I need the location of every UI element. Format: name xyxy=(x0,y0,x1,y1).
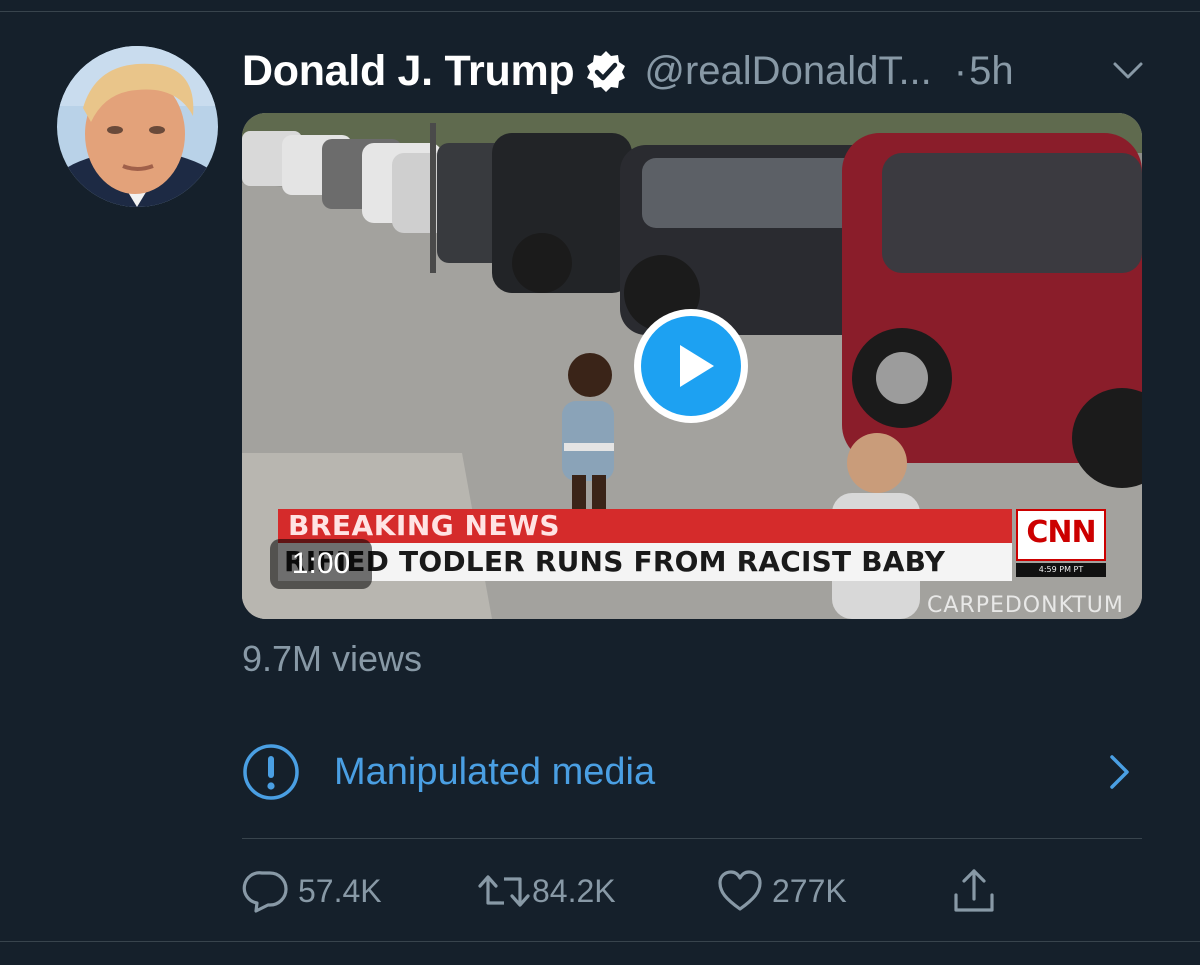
chevron-down-icon[interactable] xyxy=(1111,55,1145,85)
tweet-header: Donald J. Trump @realDonaldT... · 5h xyxy=(242,44,1162,98)
breaking-news-banner: BREAKING NEWS xyxy=(278,509,1012,543)
play-icon xyxy=(680,345,714,387)
author-display-name[interactable]: Donald J. Trump xyxy=(242,47,575,96)
chevron-right-icon[interactable] xyxy=(1104,752,1134,792)
exclamation-circle-icon xyxy=(242,743,300,801)
avatar[interactable] xyxy=(57,46,218,207)
actions-divider xyxy=(242,838,1142,839)
reply-button[interactable]: 57.4K xyxy=(242,866,382,916)
tweet-timestamp[interactable]: 5h xyxy=(969,49,1014,94)
bottom-divider xyxy=(0,941,1200,942)
manipulated-media-notice[interactable]: Manipulated media xyxy=(242,740,1142,804)
tweet-page: Donald J. Trump @realDonaldT... · 5h BRE… xyxy=(0,0,1200,965)
share-icon xyxy=(950,867,998,915)
verified-badge-icon xyxy=(584,49,628,93)
play-button[interactable] xyxy=(634,309,748,423)
separator-dot: · xyxy=(953,48,968,93)
headline-text: RIFIED TODLER RUNS FROM RACIST BABY xyxy=(284,545,946,578)
retweet-count: 84.2K xyxy=(532,872,616,909)
video-watermark: CARPEDONKTUM xyxy=(927,593,1124,618)
reply-icon xyxy=(242,867,290,915)
manipulated-media-label[interactable]: Manipulated media xyxy=(334,746,655,798)
video-duration-badge: 1:00 xyxy=(270,539,372,589)
channel-time: 4:59 PM PT xyxy=(1016,563,1106,577)
like-count: 277K xyxy=(772,872,847,909)
share-button[interactable] xyxy=(950,866,998,916)
channel-logo-text: CNN xyxy=(1026,515,1096,550)
video-player[interactable]: BREAKING NEWS RIFIED TODLER RUNS FROM RA… xyxy=(242,113,1142,619)
headline-banner: RIFIED TODLER RUNS FROM RACIST BABY xyxy=(278,543,1012,581)
retweet-button[interactable]: 84.2K xyxy=(476,866,616,916)
reply-count: 57.4K xyxy=(298,872,382,909)
like-button[interactable]: 277K xyxy=(716,866,847,916)
author-handle[interactable]: @realDonaldT... xyxy=(644,49,931,94)
top-divider xyxy=(0,11,1200,12)
view-count: 9.7M views xyxy=(242,638,423,679)
breaking-news-label: BREAKING NEWS xyxy=(288,509,561,542)
channel-logo: CNN xyxy=(1016,509,1106,561)
video-duration: 1:00 xyxy=(291,547,351,580)
heart-icon xyxy=(716,867,764,915)
retweet-icon xyxy=(476,867,530,915)
